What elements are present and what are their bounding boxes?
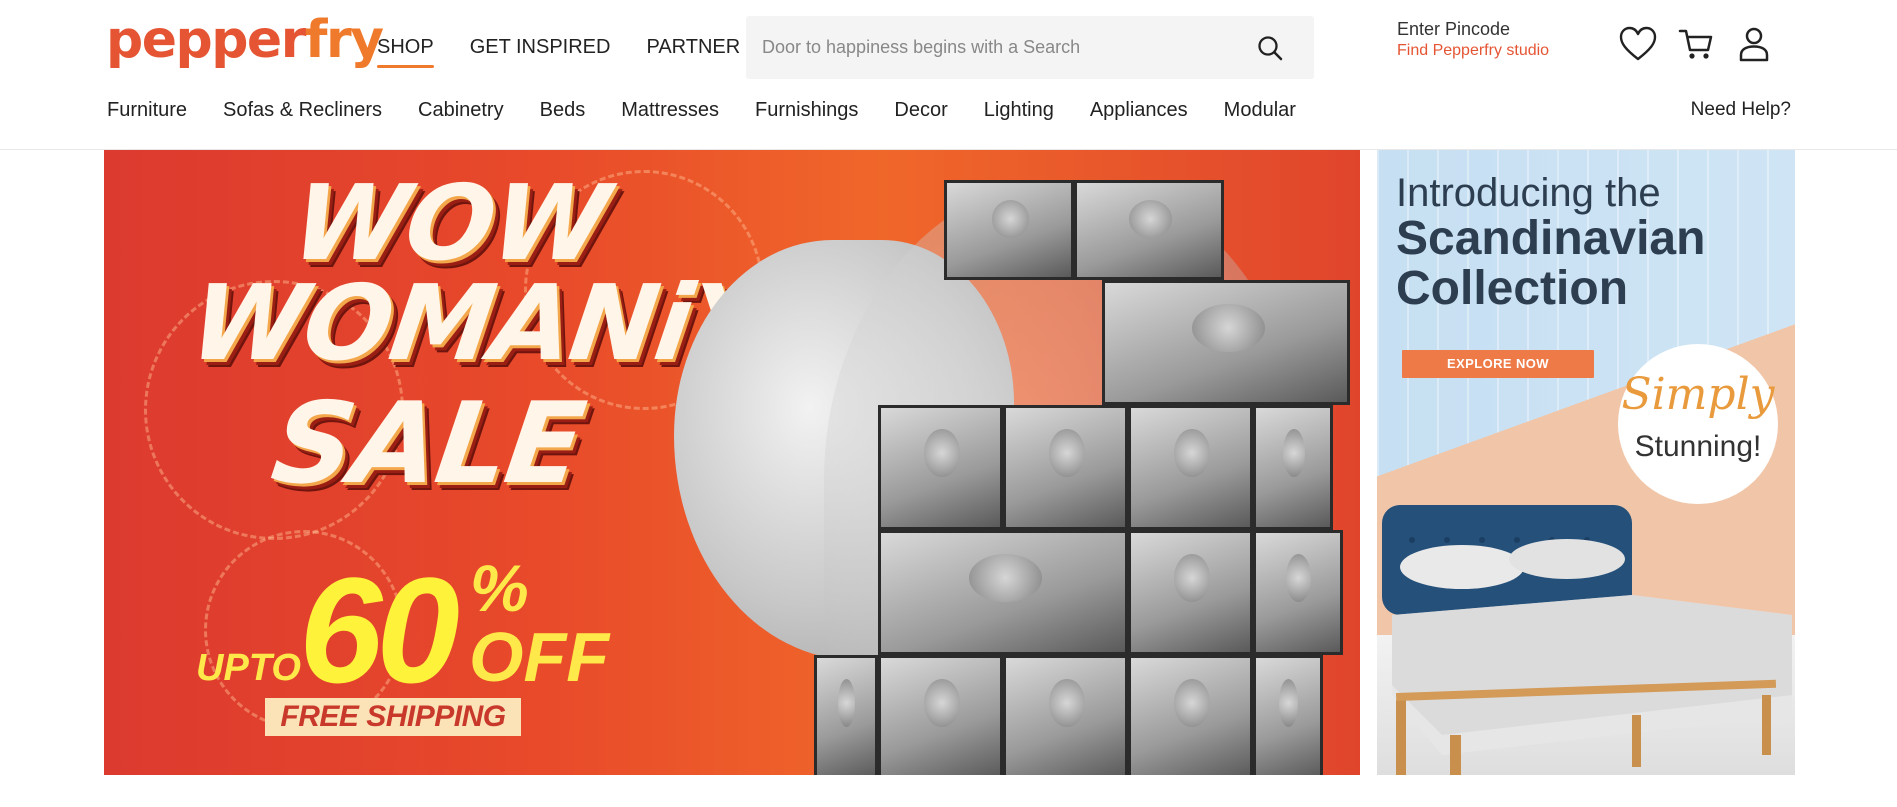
- badge-script-text: Simply: [1621, 369, 1775, 420]
- simply-stunning-badge: Simply Stunning!: [1618, 344, 1778, 504]
- hero-banner-womaniya-sale[interactable]: WOW WOMANiYA SALE UPTO 60 % OFF FREE SHI…: [104, 150, 1360, 775]
- user-icon[interactable]: [1734, 24, 1774, 64]
- banner-intro-text: Introducing the: [1396, 171, 1661, 215]
- scandinavian-collection-banner[interactable]: Introducing the Scandinavian Collection …: [1377, 150, 1795, 775]
- enter-pincode-link[interactable]: Enter Pincode: [1397, 18, 1549, 40]
- discount-off: OFF: [469, 618, 609, 696]
- heart-icon[interactable]: [1618, 24, 1658, 64]
- category-sofas-recliners[interactable]: Sofas & Recliners: [223, 98, 382, 122]
- collage-photo: [1128, 530, 1253, 655]
- category-cabinetry[interactable]: Cabinetry: [418, 98, 504, 122]
- explore-now-button[interactable]: EXPLORE NOW: [1402, 350, 1594, 378]
- logo-text-fry: fry: [304, 10, 384, 70]
- category-furnishings[interactable]: Furnishings: [755, 98, 858, 122]
- collage-photo: [1253, 655, 1323, 775]
- category-navigation: Furniture Sofas & Recliners Cabinetry Be…: [107, 98, 1296, 122]
- category-appliances[interactable]: Appliances: [1090, 98, 1188, 122]
- collage-photo: [944, 180, 1074, 280]
- collage-photo: [1074, 180, 1224, 280]
- hero-title-sale: SALE: [264, 379, 591, 509]
- collage-photo: [878, 655, 1003, 775]
- find-studio-link[interactable]: Find Pepperfry studio: [1397, 40, 1549, 62]
- banner-title-line2: Collection: [1396, 262, 1629, 315]
- search-input[interactable]: [762, 16, 1242, 79]
- collage-photo: [1253, 405, 1333, 530]
- collage-photo: [1102, 280, 1350, 405]
- collage-photo: [1128, 405, 1253, 530]
- collage-photo: [1003, 655, 1128, 775]
- banner-title-line1: Scandinavian: [1396, 212, 1706, 265]
- header-icons: [1618, 24, 1774, 64]
- collage-photo: [1003, 405, 1128, 530]
- women-photo-collage: [674, 180, 1354, 775]
- collage-photo: [878, 405, 1003, 530]
- category-decor[interactable]: Decor: [894, 98, 947, 122]
- logo-text-pepper: pepper: [106, 10, 306, 70]
- collage-photo: [1253, 530, 1343, 655]
- top-navigation: SHOP GET INSPIRED PARTNER: [377, 34, 740, 68]
- nav-partner[interactable]: PARTNER: [646, 34, 740, 60]
- discount-percent: %: [470, 551, 529, 625]
- free-shipping-label: FREE SHIPPING: [265, 698, 521, 736]
- bed-image: [1382, 505, 1792, 775]
- discount-amount: 60: [299, 546, 460, 714]
- site-header: pepperfry SHOP GET INSPIRED PARTNER Ente…: [0, 0, 1897, 150]
- collage-photo: [1128, 655, 1253, 775]
- collage-photo: [878, 530, 1128, 655]
- cart-icon[interactable]: [1676, 24, 1716, 64]
- category-beds[interactable]: Beds: [540, 98, 586, 122]
- need-help-link[interactable]: Need Help?: [1691, 98, 1791, 122]
- category-furniture[interactable]: Furniture: [107, 98, 187, 122]
- pepperfry-logo[interactable]: pepperfry: [106, 10, 384, 70]
- nav-shop[interactable]: SHOP: [377, 34, 434, 68]
- search-bar: [746, 16, 1314, 79]
- category-modular[interactable]: Modular: [1224, 98, 1296, 122]
- badge-text: Stunning!: [1634, 430, 1762, 463]
- discount-upto: UPTO: [196, 647, 301, 689]
- category-mattresses[interactable]: Mattresses: [621, 98, 719, 122]
- search-icon[interactable]: [1256, 34, 1284, 62]
- collage-photo: [814, 655, 878, 775]
- category-lighting[interactable]: Lighting: [984, 98, 1054, 122]
- nav-get-inspired[interactable]: GET INSPIRED: [470, 34, 611, 60]
- pincode-widget: Enter Pincode Find Pepperfry studio: [1397, 18, 1549, 62]
